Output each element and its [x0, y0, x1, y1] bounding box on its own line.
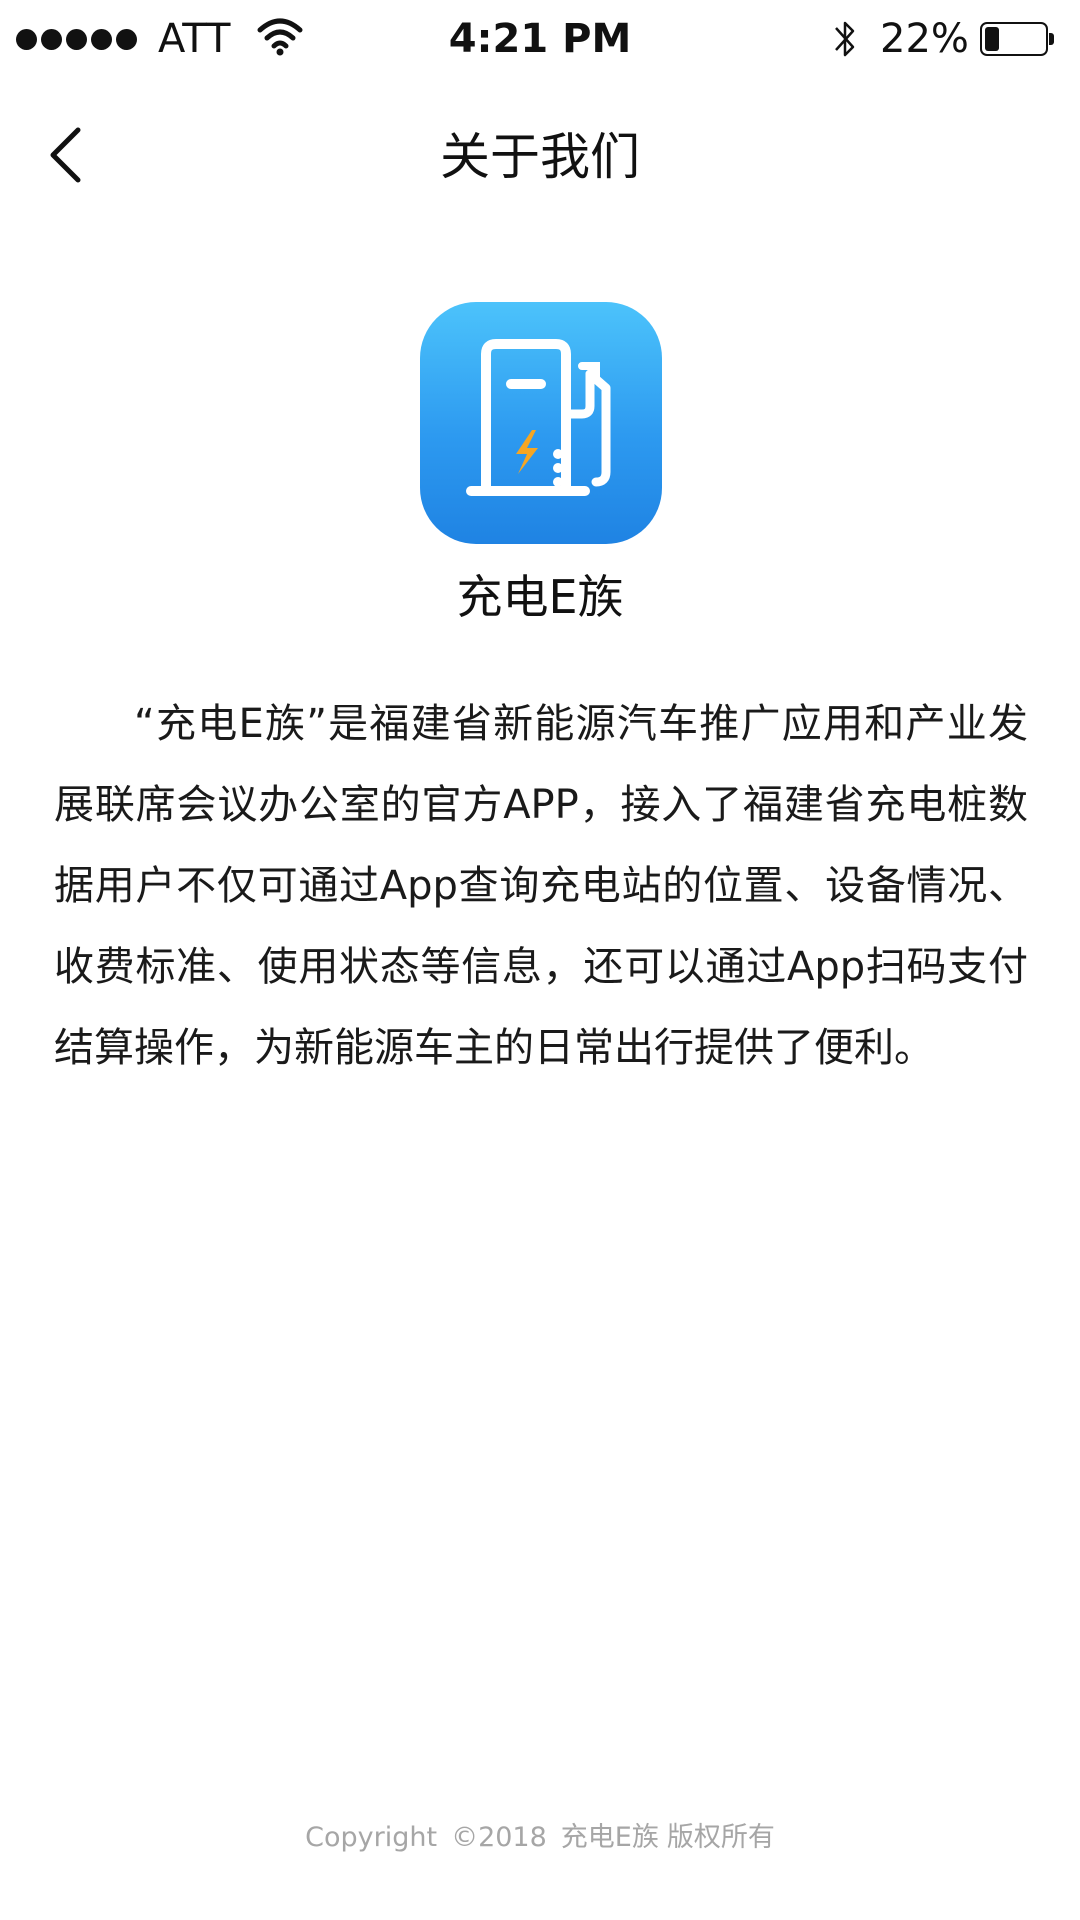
copyright-year: ©2018 [451, 1822, 547, 1853]
battery-percent: 22% [880, 16, 969, 62]
lightning-bolt-icon [516, 430, 538, 474]
app-name: 充电E族 [456, 570, 624, 624]
about-description: “充电E族”是福建省新能源汽车推广应用和产业发展联席会议办公室的官方APP，接入… [54, 701, 1028, 1071]
copyright-rights: 版权所有 [666, 1822, 775, 1853]
copyright-brand: 充电E族 [560, 1822, 659, 1853]
battery-level-fill [985, 27, 999, 51]
page-title: 关于我们 [440, 128, 640, 186]
charging-station-icon [466, 339, 611, 496]
battery-icon [980, 22, 1056, 56]
status-bar: ATT 4:21 PM 22% [0, 0, 1080, 80]
copyright-footer: Copyright ©2018 充电E族 版权所有 [0, 1818, 1080, 1858]
bluetooth-icon [835, 21, 855, 57]
about-us-screen: ATT 4:21 PM 22% 关于我们 充电E族 “充电E族”是福建省新能源汽… [0, 0, 1080, 1920]
copyright-label: Copyright [305, 1822, 438, 1853]
navigation-bar: 关于我们 [0, 80, 1080, 230]
app-logo [420, 302, 662, 544]
